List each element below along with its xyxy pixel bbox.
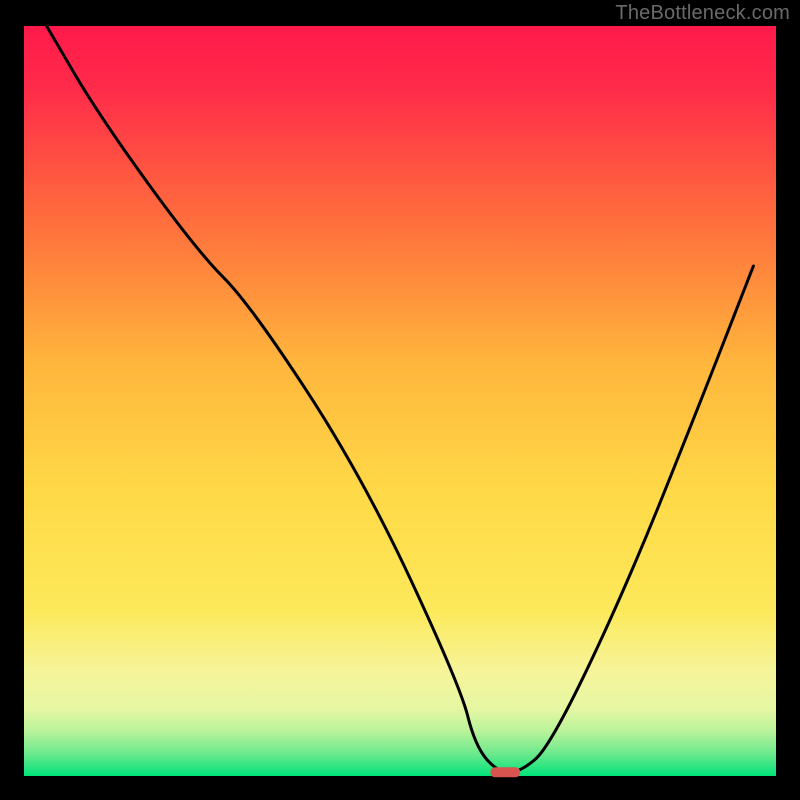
bottleneck-chart: TheBottleneck.com <box>0 0 800 800</box>
chart-svg <box>0 0 800 800</box>
chart-background <box>24 26 776 776</box>
optimum-marker <box>490 767 520 777</box>
watermark-text: TheBottleneck.com <box>615 2 790 25</box>
